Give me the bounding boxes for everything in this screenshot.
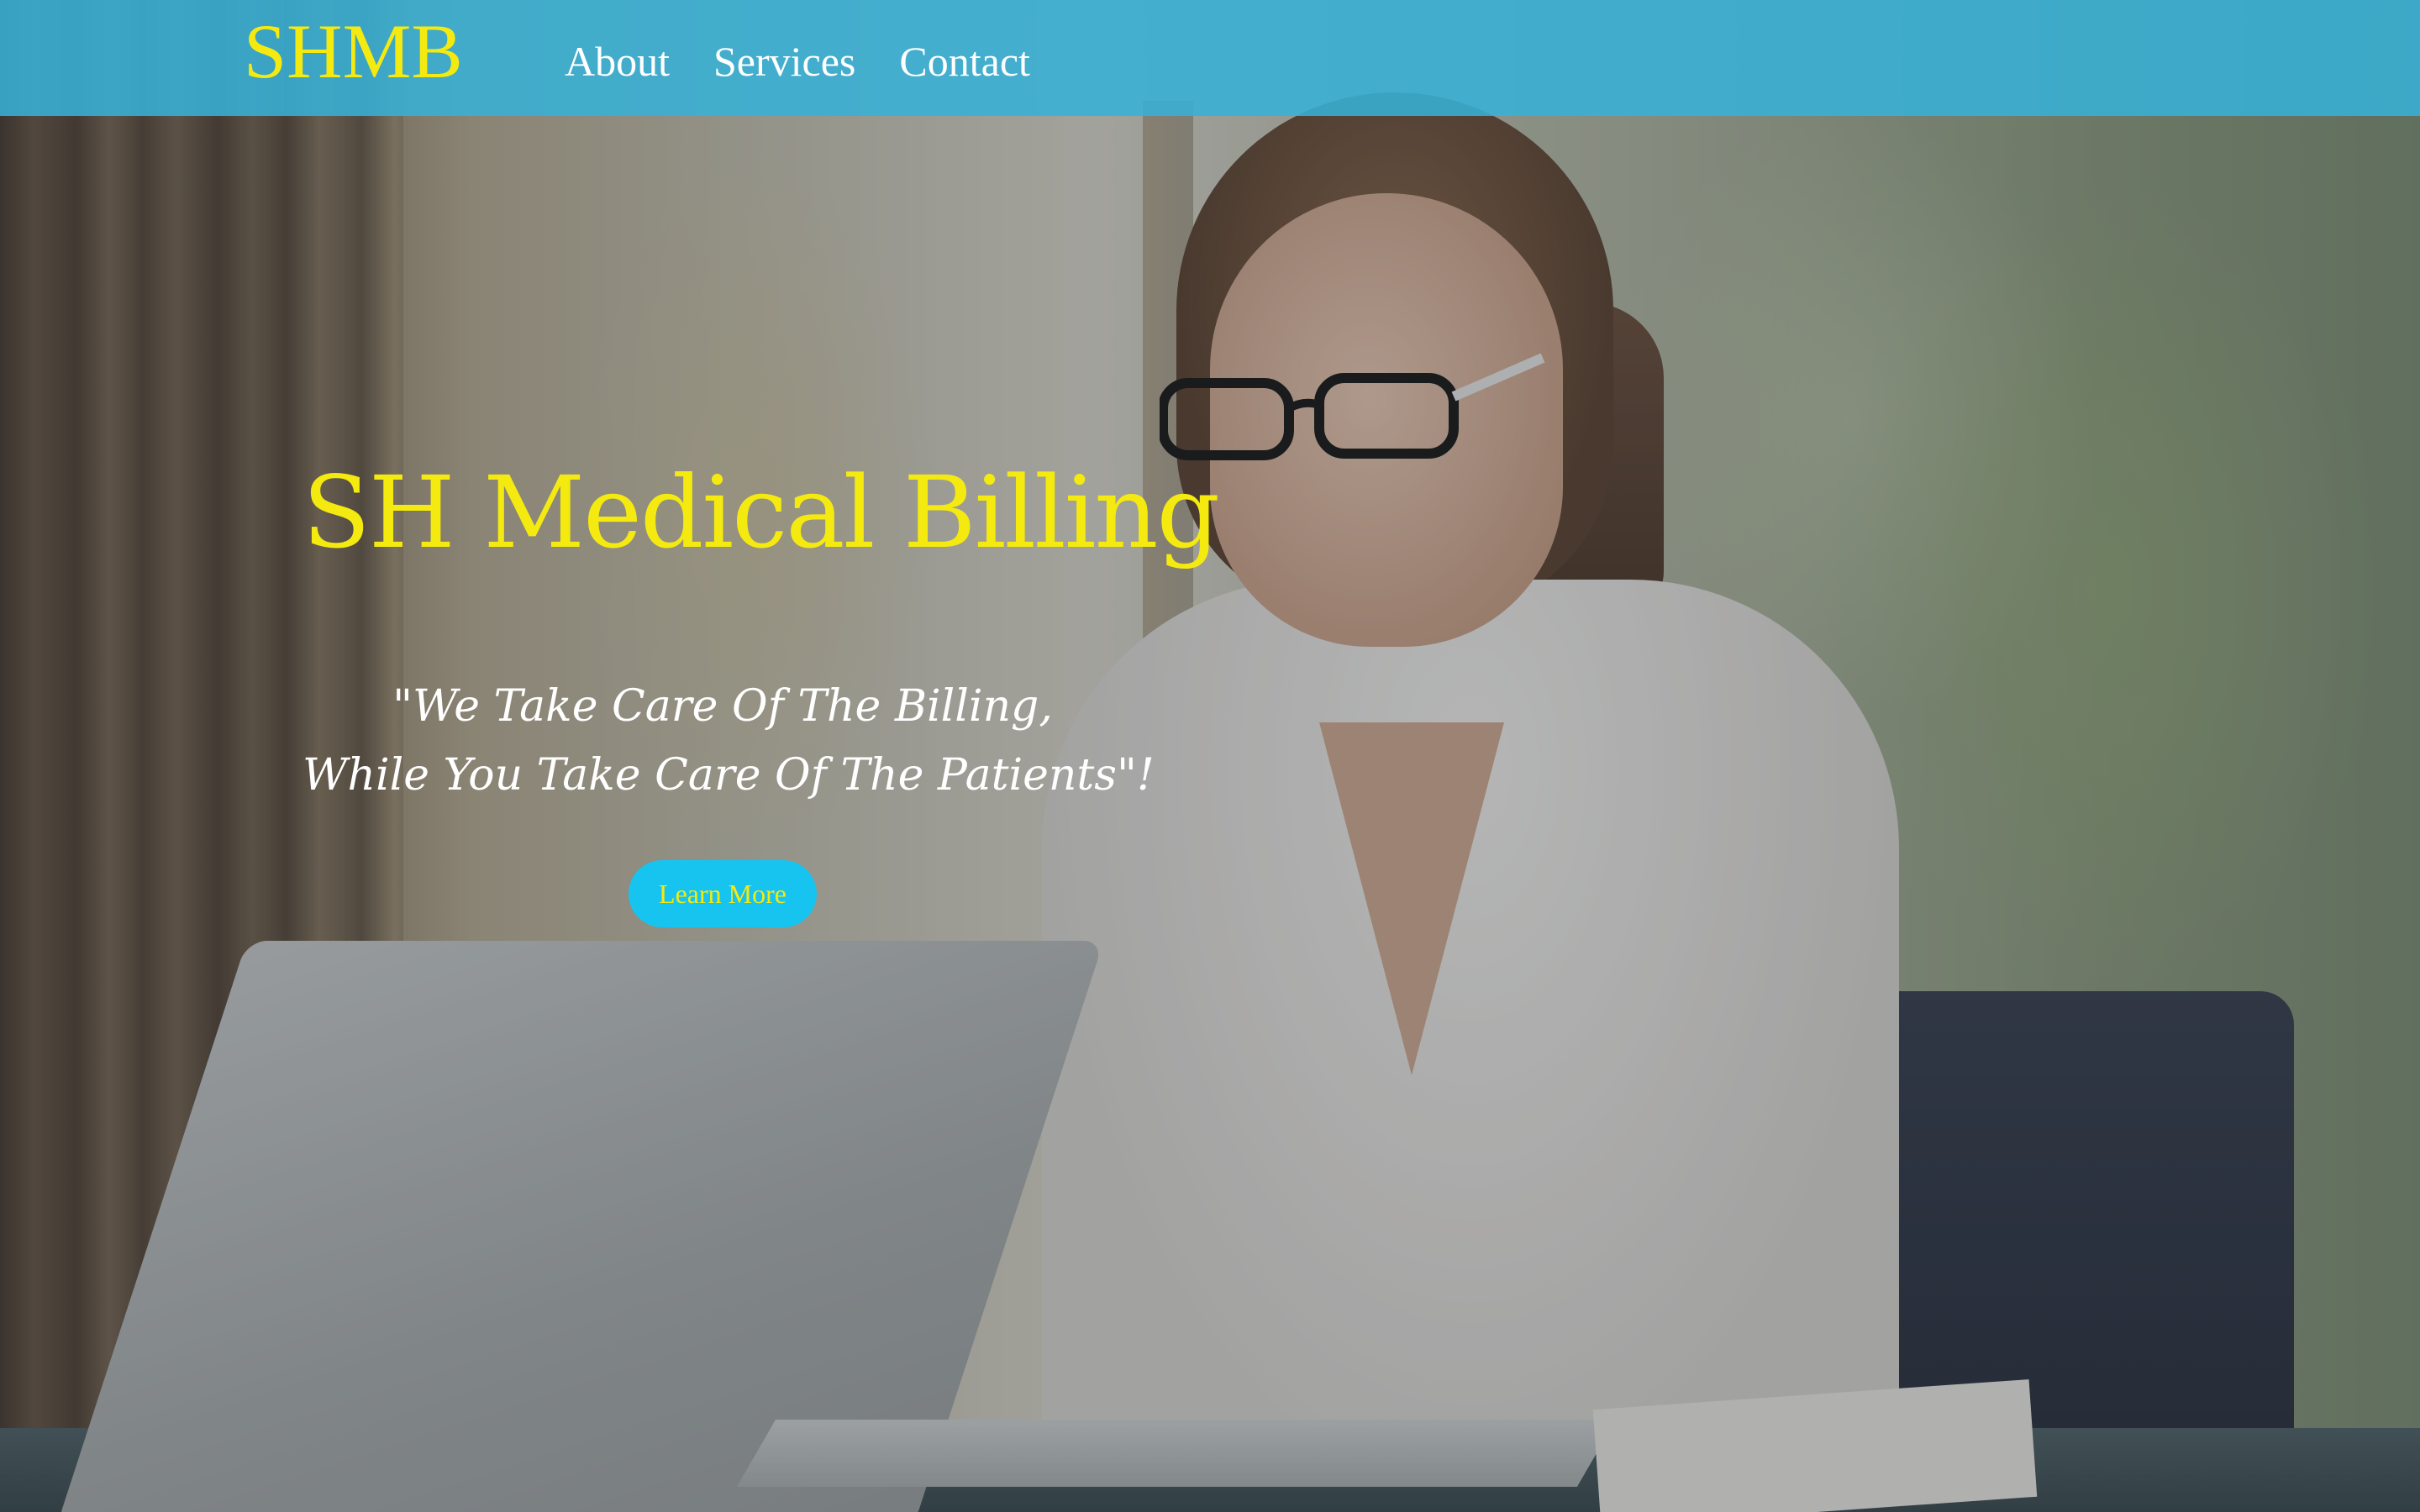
top-navbar: SHMB About Services Contact [0, 0, 2420, 116]
hero-title: SH Medical Billing [302, 454, 1220, 570]
nav-link-about[interactable]: About [565, 30, 670, 92]
hero-content: SH Medical Billing "We Take Care Of The … [302, 445, 1220, 927]
nav-link-services[interactable]: Services [713, 30, 855, 92]
nav-links: About Services Contact [565, 30, 1030, 92]
nav-link-contact[interactable]: Contact [899, 30, 1030, 92]
landing-page: SHMB About Services Contact SH Medical B… [0, 0, 2420, 1512]
brand-logo-link[interactable]: SHMB [244, 5, 463, 97]
learn-more-button[interactable]: Learn More [629, 860, 817, 927]
hero-tagline-line-1: "We Take Care Of The Billing, [392, 681, 1053, 732]
hero-tagline: "We Take Care Of The Billing, While You … [302, 672, 1155, 810]
hero-tagline-line-2: While You Take Care Of The Patients"! [302, 750, 1155, 801]
